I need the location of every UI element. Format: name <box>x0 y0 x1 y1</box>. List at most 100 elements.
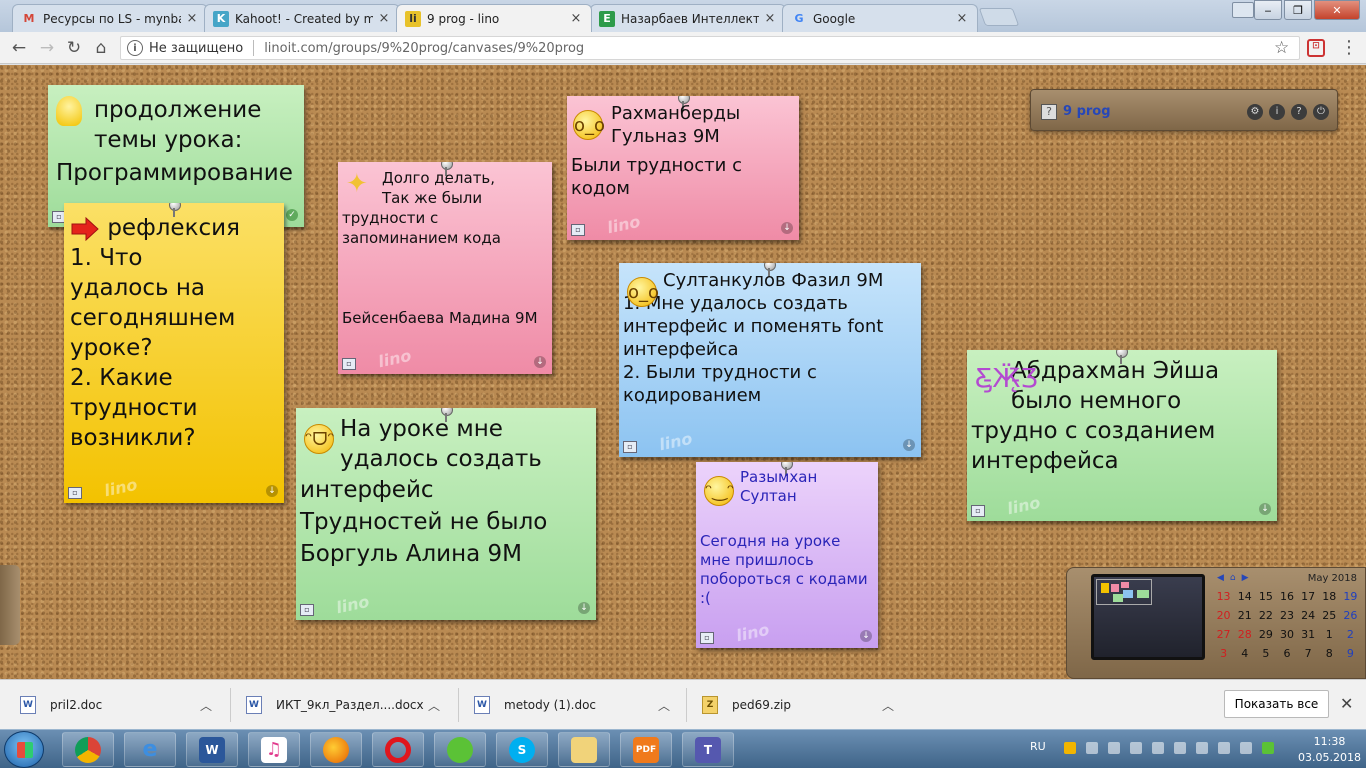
taskbar-teams[interactable]: T <box>682 732 734 767</box>
calendar-day[interactable]: 26 <box>1340 606 1361 625</box>
notification-icon[interactable] <box>1064 742 1076 754</box>
address-bar[interactable]: i Не защищено linoit.com/groups/9%20prog… <box>120 36 1300 60</box>
calendar-day[interactable]: 13 <box>1213 587 1234 606</box>
download-icon[interactable]: ↓ <box>534 356 546 368</box>
calendar-day[interactable]: 30 <box>1276 625 1297 644</box>
sticky-note[interactable]: ᵔᗜᵔ На уроке мне удалось создать интерфе… <box>296 408 596 620</box>
minimap-viewport[interactable] <box>1096 579 1152 605</box>
taskbar-explorer[interactable] <box>558 732 610 767</box>
calendar-day[interactable]: 6 <box>1276 644 1297 663</box>
chevron-up-icon[interactable]: ︿ <box>428 697 440 714</box>
calendar-day[interactable]: 9 <box>1340 644 1361 663</box>
sticky-note[interactable]: рефлексия 1. Что удалось на сегодняшнем … <box>64 203 284 503</box>
calendar-day[interactable]: 28 <box>1234 625 1255 644</box>
calendar-day[interactable]: 24 <box>1298 606 1319 625</box>
calendar-day[interactable]: 2 <box>1340 625 1361 644</box>
close-downloads-icon[interactable]: ✕ <box>1340 694 1353 713</box>
close-tab-icon[interactable]: × <box>185 11 199 26</box>
flag-icon[interactable] <box>1196 742 1208 754</box>
close-tab-icon[interactable]: × <box>763 11 777 26</box>
calendar-day[interactable]: 31 <box>1298 625 1319 644</box>
show-all-downloads-button[interactable]: Показать все <box>1224 690 1329 718</box>
calendar-day[interactable]: 20 <box>1213 606 1234 625</box>
download-item[interactable]: W pril2.doc ︿ <box>20 692 216 718</box>
sticky-note[interactable]: ᵔ‿ᵔ Разымхан Султан Сегодня на уроке мне… <box>696 462 878 648</box>
calendar-day[interactable]: 8 <box>1319 644 1340 663</box>
sticky-note[interactable]: o_o Рахманберды Гульназ 9М Были трудност… <box>567 96 799 240</box>
bookmark-star-icon[interactable]: ☆ <box>1274 38 1289 58</box>
close-tab-icon[interactable]: × <box>955 11 969 26</box>
info-icon[interactable]: i <box>127 40 143 56</box>
calendar-day[interactable]: 15 <box>1255 587 1276 606</box>
lino-canvas[interactable]: ? 9 prog ⚙ i ? ⏻ продолжение темы урока:… <box>0 65 1366 679</box>
canvas-minimap[interactable] <box>1091 574 1205 660</box>
reload-icon[interactable]: ↻ <box>63 37 85 59</box>
calendar-day[interactable]: 27 <box>1213 625 1234 644</box>
tray-icon[interactable] <box>1152 742 1164 754</box>
calendar-day[interactable]: 17 <box>1298 587 1319 606</box>
new-tab-button[interactable] <box>978 8 1020 26</box>
left-panel-handle[interactable] <box>0 565 20 645</box>
calendar-day[interactable]: 25 <box>1319 606 1340 625</box>
taskbar-pdf[interactable]: PDF <box>620 732 672 767</box>
chevron-up-icon[interactable]: ︿ <box>200 697 212 714</box>
settings-icon[interactable]: ⚙ <box>1247 104 1263 120</box>
tab-google[interactable]: G Google × <box>782 4 978 32</box>
download-item[interactable]: W metody (1).doc ︿ <box>474 692 674 718</box>
language-indicator[interactable]: RU <box>1030 740 1046 753</box>
sticky-note[interactable]: Ƹ̵̡Ӝ̵̨̄Ʒ Абдрахман Эйша было немного тру… <box>967 350 1277 521</box>
start-button[interactable] <box>4 731 44 768</box>
clock[interactable]: 11:38 03.05.2018 <box>1298 734 1361 766</box>
done-check-icon[interactable]: ✓ <box>286 209 298 221</box>
sticky-note[interactable]: o_o Султанкулов Фазил 9М 1. Мне удалось … <box>619 263 921 457</box>
taskbar-firefox[interactable] <box>310 732 362 767</box>
tab-nazarbayev[interactable]: E Назарбаев Интеллектуа × <box>590 4 786 32</box>
download-item[interactable]: W ИКТ_9кл_Раздел....docx ︿ <box>246 692 446 718</box>
taskbar-skype[interactable]: S <box>496 732 548 767</box>
home-icon[interactable]: ⌂ <box>90 37 112 59</box>
close-tab-icon[interactable]: × <box>569 11 583 26</box>
extension-icon[interactable]: ⊡ <box>1307 39 1325 57</box>
clover-icon[interactable] <box>1262 742 1274 754</box>
tab-gmail[interactable]: M Ресурсы по LS - mynbae × <box>12 4 208 32</box>
download-icon[interactable]: ↓ <box>781 222 793 234</box>
chevron-up-icon[interactable]: ︿ <box>882 697 894 714</box>
calendar-day[interactable]: 29 <box>1255 625 1276 644</box>
calendar-day[interactable]: 18 <box>1319 587 1340 606</box>
help-icon[interactable]: ? <box>1291 104 1307 120</box>
calendar-day[interactable]: 4 <box>1234 644 1255 663</box>
menu-icon[interactable]: ⋮ <box>1340 37 1358 58</box>
tray-icon[interactable] <box>1086 742 1098 754</box>
download-item[interactable]: Z ped69.zip ︿ <box>702 692 902 718</box>
maximize-button[interactable]: ❐ <box>1284 0 1312 20</box>
taskbar-chrome[interactable] <box>62 732 114 767</box>
chevron-up-icon[interactable]: ︿ <box>658 697 670 714</box>
calendar-day[interactable]: 22 <box>1255 606 1276 625</box>
minimize-button[interactable]: ‒ <box>1254 0 1282 20</box>
tray-icon[interactable] <box>1108 742 1120 754</box>
download-icon[interactable]: ↓ <box>860 630 872 642</box>
download-icon[interactable]: ↓ <box>578 602 590 614</box>
close-tab-icon[interactable]: × <box>377 11 391 26</box>
back-icon[interactable]: ← <box>8 37 30 59</box>
taskbar-icq[interactable] <box>434 732 486 767</box>
sticky-note[interactable]: ✦ Долго делать, Так же были трудности с … <box>338 162 552 374</box>
calendar-day[interactable]: 23 <box>1276 606 1297 625</box>
group-name-link[interactable]: 9 prog <box>1063 104 1111 119</box>
calendar-day[interactable]: 3 <box>1213 644 1234 663</box>
info-icon[interactable]: i <box>1269 104 1285 120</box>
calendar-nav-icons[interactable]: ◀⌂▶ <box>1217 573 1255 583</box>
calendar-day[interactable]: 19 <box>1340 587 1361 606</box>
taskbar-itunes[interactable]: ♫ <box>248 732 300 767</box>
calendar-day[interactable]: 21 <box>1234 606 1255 625</box>
download-icon[interactable]: ↓ <box>903 439 915 451</box>
taskbar-word[interactable]: W <box>186 732 238 767</box>
download-icon[interactable]: ↓ <box>1259 503 1271 515</box>
tray-icon[interactable] <box>1130 742 1142 754</box>
taskbar-opera[interactable] <box>372 732 424 767</box>
calendar-day[interactable]: 7 <box>1298 644 1319 663</box>
calendar-day[interactable]: 1 <box>1319 625 1340 644</box>
battery-icon[interactable] <box>1240 742 1252 754</box>
power-icon[interactable]: ⏻ <box>1313 104 1329 120</box>
tab-lino[interactable]: li 9 prog - lino × <box>396 4 592 32</box>
